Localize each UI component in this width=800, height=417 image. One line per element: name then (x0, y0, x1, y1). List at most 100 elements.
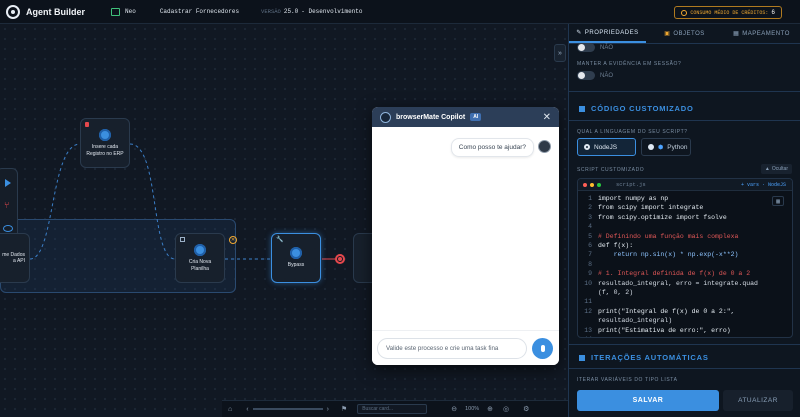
lang-nodejs-option[interactable]: NodeJS (577, 138, 636, 156)
line-number: 13 (584, 326, 592, 334)
node-warning-icon[interactable]: ✕ (229, 236, 237, 244)
scroll-track[interactable] (252, 408, 323, 410)
settings-icon[interactable]: ⚙ (523, 405, 529, 413)
gear-icon (99, 128, 111, 141)
language-question: QUAL A LINGUAGEM DO SEU SCRIPT? (577, 129, 688, 135)
chat-message-text: Como posso te ajudar? (458, 144, 526, 151)
credits-label: CONSUMO MÉDIO DE CRÉDITOS: (690, 9, 769, 16)
code-line: 12 print("Integral de f(x) de 0 a 2:", (578, 307, 792, 316)
node-label-line: a API (13, 258, 25, 264)
code-editor[interactable]: script.js + vars · NodeJS ▦ 1 import nump… (577, 178, 793, 338)
iter-section-icon (579, 354, 585, 361)
lang-label: Python (667, 143, 688, 151)
line-text: # 1. Integral definida de f(x) de 0 a 2 (598, 270, 751, 278)
play-icon[interactable] (5, 179, 11, 187)
line-number (578, 288, 598, 297)
code-line: 3 from scipy.optimize import fsolve (578, 213, 792, 222)
flow-node-api[interactable]: me Dados a API (0, 233, 30, 283)
app-title: Agent Builder (26, 6, 86, 17)
line-number: 12 (584, 307, 592, 315)
flag-icon[interactable]: ⚑ (341, 405, 347, 413)
lang-python-option[interactable]: ⬢ Python (641, 138, 691, 156)
flow-node-create-sheet[interactable]: Cria Nova Planilha (175, 233, 225, 283)
line-text: print("Estimativa de erro:", erro) (598, 326, 731, 334)
code-section-icon (579, 105, 585, 112)
line-text: def f(x): (598, 242, 634, 250)
code-line: 2 from scipy import integrate (578, 203, 792, 212)
zoom-level: 100% (465, 406, 480, 412)
zoom-out-icon[interactable]: ⊖ (451, 405, 457, 413)
line-number: 14 (578, 335, 598, 337)
home-icon[interactable]: ⌂ (228, 406, 232, 413)
canvas-bottom-bar: ⌂ ‹ › ⚑ Buscar card... ⊖ 100% ⊕ ◎ ⚙ (222, 400, 568, 417)
line-number: 4 (588, 223, 592, 231)
section-divider (569, 344, 800, 345)
wrench-icon: 🔧 (276, 237, 284, 243)
tab-properties[interactable]: ✎ PROPRIEDADES (569, 24, 646, 43)
radio-icon (648, 144, 654, 150)
format-button[interactable]: ▦ (772, 196, 784, 206)
cube-icon: ▣ (664, 31, 671, 37)
chevron-left-icon[interactable]: ‹ (246, 406, 248, 413)
panel-footer: SALVAR ATUALIZAR (569, 386, 800, 417)
tab-mapping[interactable]: ▦ MAPEAMENTO (723, 24, 800, 43)
flow-node-bypass[interactable]: 🔧 Bypass (271, 233, 321, 283)
line-number (578, 316, 598, 325)
code-line: 8 (578, 260, 792, 269)
gear-icon (194, 243, 206, 256)
flow-name: Cadastrar Fornecedores (159, 8, 240, 15)
section-custom-code[interactable]: CÓDIGO CUSTOMIZADO (579, 104, 694, 113)
code-line: 4 (578, 222, 792, 231)
line-number: 9 (588, 270, 592, 278)
fit-view-icon[interactable]: ◎ (503, 405, 509, 413)
line-text: from scipy import integrate (598, 204, 704, 212)
code-line: 14 (578, 335, 792, 337)
search-card-input[interactable]: Buscar card... (357, 404, 428, 414)
update-button[interactable]: ATUALIZAR (723, 390, 793, 411)
line-text: # Definindo uma função mais complexa (598, 232, 739, 240)
eye-icon[interactable] (3, 225, 13, 232)
microphone-button[interactable] (532, 338, 553, 359)
version-value: 25.0 (283, 8, 299, 15)
vars-label[interactable]: + vars · NodeJS (741, 182, 786, 188)
end-point-icon[interactable] (335, 254, 345, 264)
collapse-panel-button[interactable]: » (554, 44, 566, 62)
node-type-icon (180, 237, 185, 242)
app-logo-icon (6, 4, 20, 19)
tab-objects[interactable]: ▣ OBJETOS (646, 24, 723, 43)
hide-script-button[interactable]: ▲ Ocultar (760, 164, 792, 174)
line-number: 6 (588, 242, 592, 250)
toggle-row-1: NÃO (577, 43, 613, 52)
section-iterations[interactable]: ITERAÇÕES AUTOMÁTICAS (579, 353, 709, 362)
save-button[interactable]: SALVAR (577, 390, 719, 411)
evidence-label: MANTER A EVIDÊNCIA EM SESSÃO? (577, 61, 682, 67)
code-line: 11 (578, 297, 792, 306)
project-badge[interactable]: Neo (125, 8, 136, 15)
code-line: 6 def f(x): (578, 241, 792, 250)
top-bar: Agent Builder Neo Cadastrar Fornecedores… (0, 0, 800, 24)
version-label: VERSÃO (261, 8, 281, 15)
tools-icon: ✎ (576, 30, 582, 36)
branch-icon[interactable]: ⑂ (4, 200, 9, 210)
toggle-row-2: NÃO (577, 71, 613, 80)
line-number: 8 (588, 260, 592, 268)
update-label: ATUALIZAR (738, 397, 778, 404)
flow-node-insert-erp[interactable]: Insere cada Registro no ERP (80, 118, 130, 168)
radio-selected-icon (584, 144, 590, 150)
zoom-in-icon[interactable]: ⊕ (487, 405, 493, 413)
line-number: 3 (588, 213, 592, 221)
chat-header: browserMate Copilot AI ✕ (372, 107, 559, 127)
chat-input[interactable]: Valide este processo e crie uma task fin… (377, 338, 527, 359)
chevron-right-icon[interactable]: › (327, 406, 329, 413)
node-label: Bypass (287, 262, 305, 268)
line-number: 7 (588, 251, 592, 259)
close-icon[interactable]: ✕ (543, 112, 551, 123)
chat-messages: Como posso te ajudar? (372, 127, 559, 330)
code-line: 7 return np.sin(x) * np.exp(-x**2) (578, 250, 792, 259)
line-number: 2 (588, 204, 592, 212)
section-divider (569, 91, 800, 92)
toggle-switch[interactable] (577, 43, 595, 52)
evidence-toggle[interactable] (577, 71, 595, 80)
section-title: ITERAÇÕES AUTOMÁTICAS (591, 353, 709, 362)
code-body: 1 import numpy as np 2 from scipy import in… (578, 191, 792, 337)
